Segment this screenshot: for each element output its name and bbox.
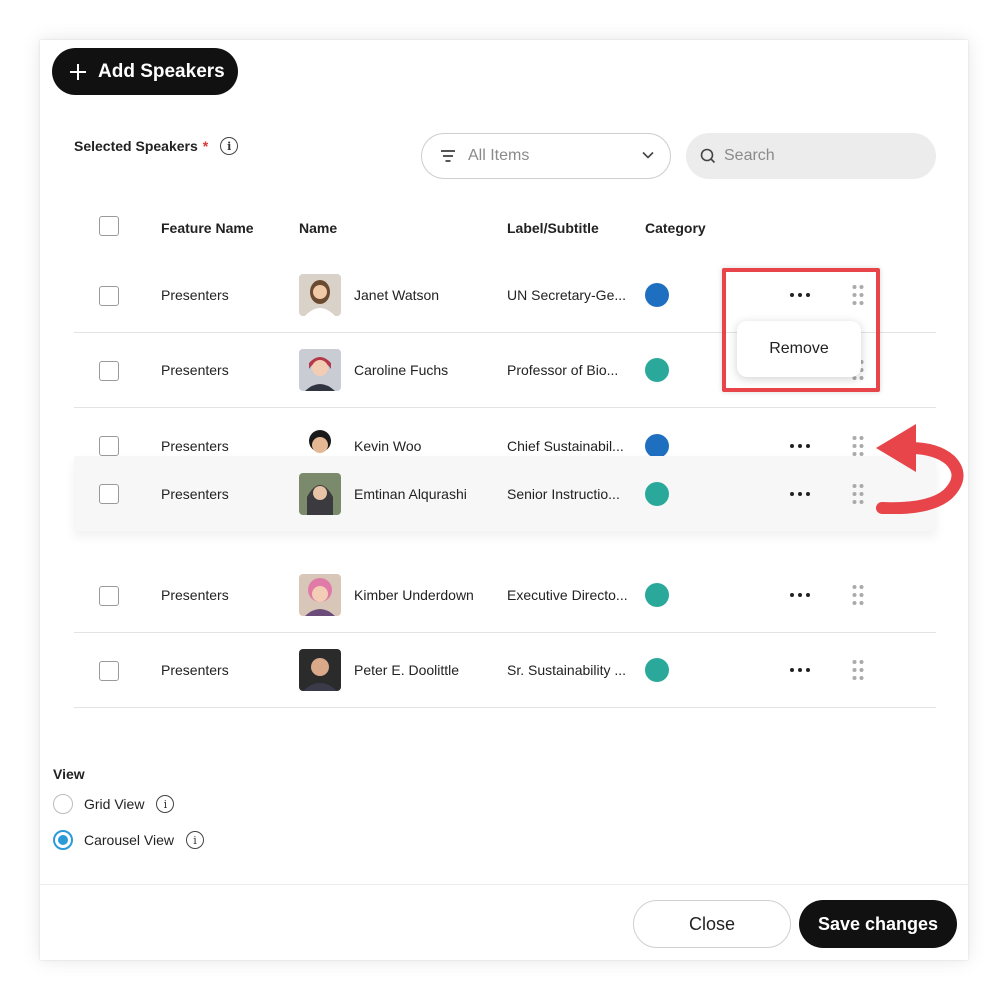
avatar [299,349,341,391]
row-checkbox[interactable] [99,286,119,306]
header-feature-name: Feature Name [161,220,254,236]
row-name: Kevin Woo [354,437,422,454]
drag-handle-icon[interactable] [852,435,864,457]
table-row[interactable]: Presenters Kimber Underdown Executive Di… [74,558,936,633]
row-feature-name: Presenters [161,287,229,303]
category-dot [645,358,669,382]
row-label-subtitle: Senior Instructio... [507,485,620,502]
plus-icon [70,63,86,80]
add-speakers-button[interactable]: Add Speakers [52,48,238,95]
footer-divider [40,884,968,885]
more-options-icon[interactable] [789,592,811,598]
table-row[interactable]: Presenters Peter E. Doolittle Sr. Sustai… [74,633,936,708]
row-checkbox[interactable] [99,361,119,381]
drag-handle-icon[interactable] [852,584,864,606]
grid-view-label: Grid View [84,796,145,812]
row-name: Peter E. Doolittle [354,662,460,678]
selected-speakers-label: Selected Speakers * i [74,137,239,155]
more-options-icon[interactable] [789,443,811,449]
row-label-subtitle: Executive Directo... [507,587,628,603]
category-dot [645,283,669,307]
filter-icon [440,150,456,162]
category-dot [645,481,669,506]
add-speakers-label: Add Speakers [98,60,225,82]
table-header: Feature Name Name Label/Subtitle Categor… [74,210,936,246]
more-options-icon[interactable] [789,491,811,497]
row-feature-name: Presenters [161,485,229,502]
row-name: Janet Watson [354,287,440,303]
grid-view-radio[interactable] [53,794,73,814]
row-checkbox[interactable] [99,436,119,456]
search-icon [700,148,716,164]
drag-handle-icon[interactable] [852,483,864,505]
info-icon[interactable]: i [156,795,175,813]
row-checkbox[interactable] [99,661,119,681]
annotation-highlight-box [722,268,880,392]
header-name: Name [299,220,338,236]
filter-dropdown[interactable]: All Items [421,133,671,179]
filter-value: All Items [468,147,530,164]
row-checkbox[interactable] [99,586,119,606]
close-button[interactable]: Close [633,900,791,948]
grid-view-option[interactable]: Grid View i [53,794,175,814]
info-icon[interactable]: i [186,831,205,849]
row-label-subtitle: Professor of Bio... [507,362,619,378]
avatar [299,472,341,515]
header-category: Category [645,220,706,236]
header-label-subtitle: Label/Subtitle [507,220,599,236]
info-icon[interactable]: i [220,137,239,155]
avatar [299,649,341,691]
chevron-down-icon [642,151,654,159]
more-options-icon[interactable] [789,667,811,673]
row-feature-name: Presenters [161,587,229,603]
category-dot [645,433,669,458]
row-feature-name: Presenters [161,362,229,378]
category-dot [645,583,669,607]
row-feature-name: Presenters [161,662,229,678]
drag-handle-icon[interactable] [852,659,864,681]
carousel-view-label: Carousel View [84,832,175,848]
row-name: Kimber Underdown [354,587,474,603]
search-box[interactable] [686,133,936,179]
row-checkbox[interactable] [99,484,119,504]
row-feature-name: Presenters [161,437,229,454]
avatar [299,574,341,616]
view-section-title: View [53,766,85,782]
row-label-subtitle: Sr. Sustainability ... [507,662,627,678]
carousel-view-radio[interactable] [53,830,73,850]
avatar [299,274,341,316]
curved-arrow-icon [876,424,964,514]
row-label-subtitle: UN Secretary-Ge... [507,287,627,303]
row-label-subtitle: Chief Sustainabil... [507,437,624,454]
carousel-view-option[interactable]: Carousel View i [53,830,205,850]
category-dot [645,658,669,682]
required-mark: * [202,138,209,154]
save-changes-button[interactable]: Save changes [799,900,957,948]
select-all-checkbox[interactable] [99,216,119,236]
dragging-table-row[interactable]: Presenters Emtinan Alqurashi Senior Inst… [74,456,936,531]
row-name: Caroline Fuchs [354,362,449,378]
search-input[interactable] [724,147,914,165]
speakers-panel: Add Speakers Selected Speakers * i All I… [40,40,968,960]
row-name: Emtinan Alqurashi [354,485,467,502]
